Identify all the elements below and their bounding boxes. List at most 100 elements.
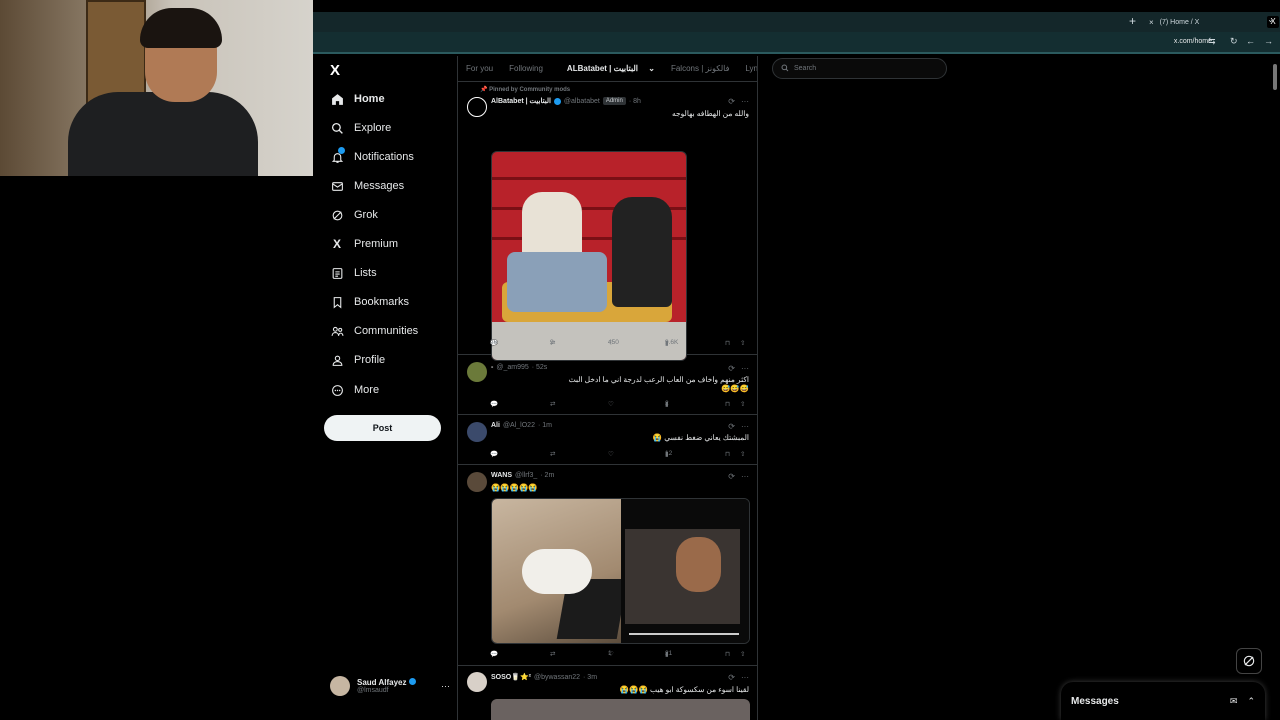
author-name[interactable]: AlBatabet | البتابيت [491,97,551,105]
tab-following[interactable]: Following [501,64,551,73]
avatar[interactable] [467,422,487,442]
tweet[interactable]: Ali @Al_lO22 · 1m ⟳ ··· المبشتك يعاني ضغط… [458,416,757,465]
reply-icon[interactable]: 💬 [490,650,498,658]
grok-floating-button[interactable] [1236,648,1262,674]
account-more-icon[interactable]: ··· [441,681,450,691]
share-icon[interactable]: ⇧ [740,650,745,658]
grok-icon[interactable]: ⟳ [728,422,735,431]
tweet-header: AlBatabet | البتابيت @albatabet Admin · … [491,97,641,105]
scrollbar[interactable] [1272,58,1278,720]
avatar[interactable] [467,472,487,492]
avatar[interactable] [467,672,487,692]
search-input[interactable]: Search [772,58,947,79]
more-icon[interactable]: ··· [741,364,749,373]
tweet-options: ⟳ ··· [728,472,749,481]
tweet-time[interactable]: · 1m [538,422,552,429]
sidebar-item-notifications[interactable]: Notifications [330,147,414,167]
grok-icon[interactable]: ⟳ [728,97,735,106]
mail-icon [330,179,344,193]
tab-falcons[interactable]: Falcons | فالكونز [663,64,737,73]
sidebar-item-label: Premium [354,238,399,250]
reload-icon[interactable]: ↻ [1230,36,1238,47]
tweet-time[interactable]: · 52s [532,364,548,371]
webcam-overlay [0,0,313,176]
tweet-header: SOSO🥛⭐² @bywassan22 · 3m [491,673,597,682]
author-handle[interactable]: @_am995 [496,364,528,371]
scrollbar-thumb[interactable] [1273,64,1277,90]
more-icon[interactable]: ··· [741,673,749,682]
tab-lynx[interactable]: Lynx | لينكس [737,64,757,73]
tweet-time[interactable]: · 2m [540,472,554,479]
reply-icon[interactable]: 💬 [490,450,498,458]
sidebar-item-messages[interactable]: Messages [330,176,404,196]
grok-icon[interactable]: ⟳ [728,364,735,373]
tab-menu-icon[interactable]: ⌄ [1267,15,1274,24]
tab-for-you[interactable]: For you [458,64,501,73]
tweet[interactable]: WANS @llrf3_ · 2m ⟳ ··· 😭😭😭😭😭 💬 ⇄ ♡ 1 ▮ 2… [458,466,757,666]
tab-close-icon[interactable]: × [1149,18,1154,27]
tweet[interactable]: 📌 Pinned by Community mods AlBatabet | ا… [458,83,757,361]
author-handle[interactable]: @Al_lO22 [503,422,535,429]
account-name: Saud Alfayez [357,678,407,687]
browser-tab[interactable]: × (7) Home / X X [1149,12,1279,32]
grok-icon[interactable]: ⟳ [728,472,735,481]
sidebar-item-bookmarks[interactable]: Bookmarks [330,292,409,312]
grok-icon[interactable]: ⟳ [728,673,735,682]
more-icon[interactable]: ··· [741,97,749,106]
messages-drawer[interactable]: Messages ✉ ⌃ [1061,682,1265,720]
site-settings-icon[interactable]: ⇆ [1208,36,1216,47]
share-icon[interactable]: ⇧ [740,400,745,408]
share-icon[interactable]: ⇧ [740,450,745,458]
x-logo-icon[interactable]: X [330,62,340,79]
sidebar-item-explore[interactable]: Explore [330,118,391,138]
more-icon[interactable]: ··· [741,422,749,431]
new-tab-button[interactable]: + [1129,14,1136,28]
avatar[interactable] [467,97,487,117]
forward-icon[interactable]: → [1264,36,1273,46]
author-name[interactable]: Ali [491,422,500,429]
tweet[interactable]: - @_am995 · 52s ⟳ ··· اكثر منهم واخاف من … [458,356,757,415]
tweet-video[interactable] [491,498,750,644]
sidebar-item-premium[interactable]: X Premium [330,234,398,254]
expand-icon[interactable]: ⌃ [1247,696,1255,707]
account-switcher[interactable]: Saud Alfayez @lmsaudf ··· [330,674,450,698]
repost-icon[interactable]: ⇄ [550,400,555,408]
post-button[interactable]: Post [324,415,441,441]
url-field[interactable]: x.com/home [1174,38,1212,45]
bookmark-icon[interactable]: ⊓ [725,400,730,408]
avatar[interactable] [467,362,487,382]
sidebar-item-communities[interactable]: Communities [330,321,418,341]
author-handle[interactable]: @albatabet [564,98,600,105]
tweet-text: والله من الهطافه بهالوجه [672,109,749,118]
author-name[interactable]: WANS [491,472,512,479]
sidebar-item-lists[interactable]: Lists [330,263,377,283]
tweet-image[interactable] [491,151,687,361]
author-name[interactable]: - [491,364,493,371]
sidebar-item-profile[interactable]: Profile [330,350,385,370]
tweet[interactable]: SOSO🥛⭐² @bywassan22 · 3m ⟳ ··· لقينا اسوء… [458,667,757,720]
sidebar-item-label: Bookmarks [354,296,410,308]
heart-icon[interactable]: ♡ [608,400,614,408]
author-handle[interactable]: @llrf3_ [515,472,537,479]
sidebar-item-more[interactable]: More [330,380,379,400]
sidebar-item-grok[interactable]: Grok [330,205,378,225]
sidebar-item-home[interactable]: Home [330,89,385,109]
back-icon[interactable]: ← [1246,36,1255,46]
repost-icon[interactable]: ⇄ [550,650,555,658]
tweet-image[interactable] [491,699,750,720]
bookmark-icon[interactable]: ⊓ [725,450,730,458]
admin-badge: Admin [602,97,626,105]
new-message-icon[interactable]: ✉ [1230,696,1238,707]
author-handle[interactable]: @bywassan22 [534,674,580,681]
more-icon[interactable]: ··· [741,472,749,481]
reply-icon[interactable]: 💬 [490,400,498,408]
tweet-time[interactable]: · 8h [629,98,641,105]
author-name[interactable]: SOSO🥛⭐² [491,673,531,681]
tweet-time[interactable]: · 3m [583,674,597,681]
bookmark-icon[interactable]: ⊓ [725,650,730,658]
share-icon[interactable]: ⇧ [740,339,745,347]
heart-icon[interactable]: ♡ [608,450,614,458]
tab-albatabet[interactable]: ALBatabet | البتابيت ⌄ [551,64,663,73]
repost-icon[interactable]: ⇄ [550,450,555,458]
bookmark-icon[interactable]: ⊓ [725,339,730,347]
